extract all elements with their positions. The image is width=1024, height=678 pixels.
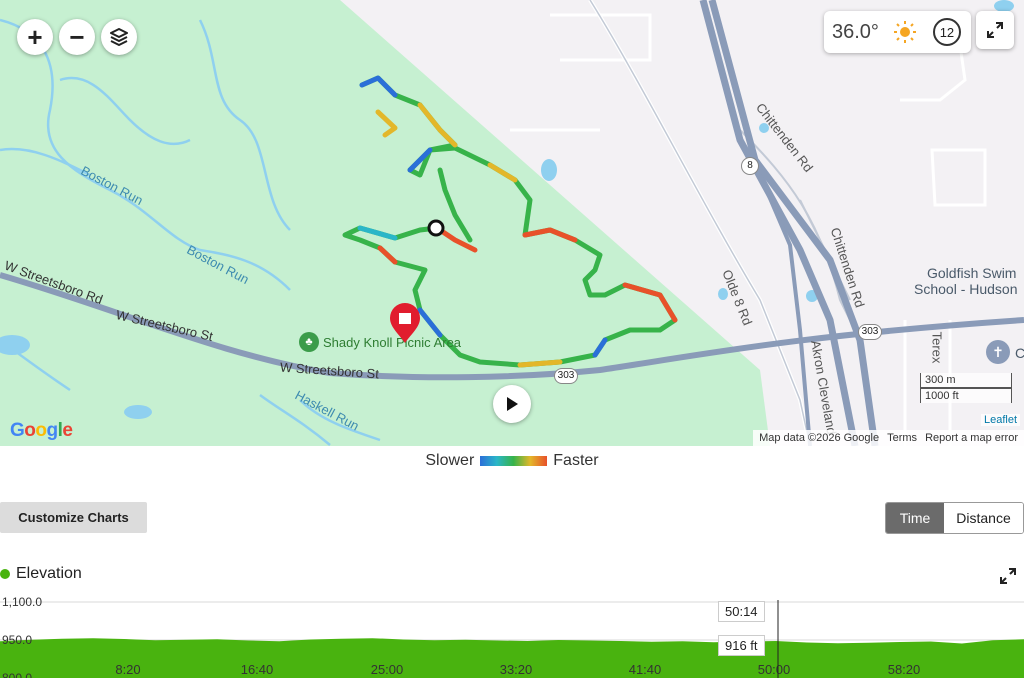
poi-label-goldfish-2: School - Hudson xyxy=(914,281,1018,297)
expand-chart-icon[interactable] xyxy=(999,567,1017,585)
legend-faster: Faster xyxy=(553,452,599,469)
layers-button[interactable] xyxy=(101,19,137,55)
cursor-value-tooltip: 916 ft xyxy=(718,635,765,656)
road-label-terex: Terex xyxy=(929,331,945,364)
leaflet-link[interactable]: Leaflet xyxy=(980,414,1020,426)
temperature: 36.0° xyxy=(832,20,879,43)
zoom-out-button[interactable]: − xyxy=(59,19,95,55)
poi-picnic-area[interactable]: ♣ Shady Knoll Picnic Area xyxy=(299,332,461,352)
route-map[interactable]: Boston Run Boston Run W Streetsboro Rd W… xyxy=(0,0,1024,446)
series-dot xyxy=(0,569,10,579)
x-tick-label: 50:00 xyxy=(758,662,791,677)
plus-icon: + xyxy=(27,22,43,52)
y-tick-label: 950.0 xyxy=(2,633,32,647)
activity-page: Boston Run Boston Run W Streetsboro Rd W… xyxy=(0,0,1024,678)
x-tick-label: 25:00 xyxy=(371,662,404,677)
tree-icon: ♣ xyxy=(299,332,319,352)
toggle-time[interactable]: Time xyxy=(886,503,944,533)
toggle-distance[interactable]: Distance xyxy=(944,503,1023,533)
y-tick-label: 800.0 xyxy=(2,671,32,678)
end-marker-icon xyxy=(390,303,420,343)
map-attribution: Map data ©2026 Google Terms Report a map… xyxy=(753,430,1024,446)
fullscreen-button[interactable] xyxy=(976,11,1014,49)
elevation-chart[interactable]: 1,100.0 950.0 800.0 8:20 16:40 25:00 33:20 41:… xyxy=(0,592,1024,678)
y-tick-label: 1,100.0 xyxy=(2,595,42,609)
route-303-shield-2: 303 xyxy=(858,324,882,340)
fullscreen-icon xyxy=(987,22,1003,38)
wind-speed: 12 xyxy=(932,18,961,46)
legend-slower: Slower xyxy=(425,452,475,469)
cursor-time-tooltip: 50:14 xyxy=(718,601,765,622)
x-tick-label: 58:20 xyxy=(888,662,921,677)
map-scale: 300 m 1000 ft xyxy=(920,373,1012,403)
map-data-credit: Map data ©2026 Google xyxy=(759,432,880,444)
scale-imperial: 1000 ft xyxy=(920,388,1012,403)
poi-label-c: C xyxy=(1015,345,1024,361)
google-logo: Google xyxy=(10,420,73,441)
x-tick-label: 33:20 xyxy=(500,662,533,677)
weather-widget: 36.0° 12 xyxy=(824,11,971,53)
sun-icon xyxy=(893,21,916,43)
play-button[interactable] xyxy=(493,385,531,423)
scale-metric: 300 m xyxy=(920,373,1012,388)
chart-header: Elevation xyxy=(0,565,1024,585)
wind-speed-value: 12 xyxy=(939,24,955,40)
zoom-in-button[interactable]: + xyxy=(17,19,53,55)
route-8-shield: 8 xyxy=(741,157,759,175)
speed-legend: Slower Faster xyxy=(0,452,1024,470)
report-error-link[interactable]: Report a map error xyxy=(925,432,1018,444)
customize-charts-button[interactable]: Customize Charts xyxy=(0,502,147,533)
terms-link[interactable]: Terms xyxy=(887,432,917,444)
end-marker[interactable] xyxy=(388,303,422,343)
layers-icon xyxy=(110,28,128,46)
speed-gradient xyxy=(480,456,548,466)
route-303-shield: 303 xyxy=(554,368,578,384)
play-icon xyxy=(507,397,518,411)
x-tick-label: 16:40 xyxy=(241,662,274,677)
x-tick-label: 8:20 xyxy=(115,662,140,677)
x-tick-label: 41:40 xyxy=(629,662,662,677)
church-icon: ✝ xyxy=(986,340,1010,364)
poi-label-goldfish-1: Goldfish Swim xyxy=(927,265,1017,281)
time-distance-toggle: Time Distance xyxy=(885,502,1024,534)
minus-icon: − xyxy=(69,22,85,52)
chart-title: Elevation xyxy=(16,565,82,582)
map-base xyxy=(0,0,1024,446)
